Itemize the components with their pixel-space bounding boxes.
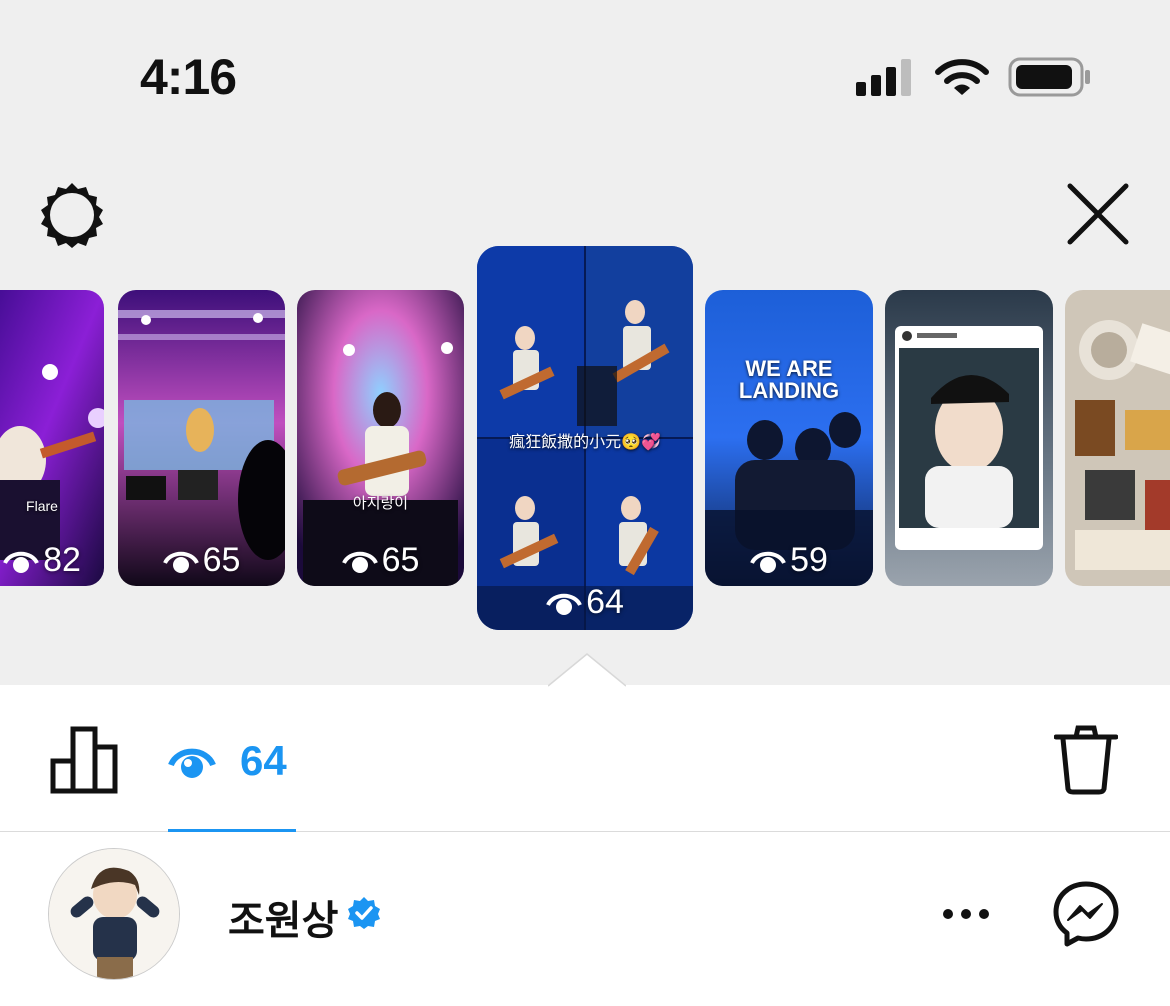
story-image <box>885 290 1053 586</box>
eye-icon <box>168 748 216 778</box>
story-thumbnail[interactable]: 아지랑이 65 <box>297 290 464 586</box>
story-thumbnail[interactable]: WE ARE LANDING 59 <box>705 290 873 586</box>
avatar-image <box>49 849 179 979</box>
story-views: 65 <box>118 541 285 580</box>
story-view-count: 65 <box>381 541 420 579</box>
eye-icon <box>750 551 786 573</box>
story-thumbnail-strip: Flare 82 65 아지랑이 65 瘋狂飯撒的小元🥺💞 64 WE ARE … <box>0 0 1170 685</box>
story-views: 82 <box>0 541 104 580</box>
eye-icon <box>341 551 378 573</box>
viewers-count: 64 <box>240 737 287 784</box>
story-caption: WE ARE LANDING <box>738 356 840 403</box>
bar-chart-icon[interactable] <box>50 725 120 795</box>
story-image <box>1065 290 1170 586</box>
story-view-count: 59 <box>790 541 828 579</box>
selected-story-pointer <box>548 653 626 687</box>
verified-badge-icon <box>348 897 380 929</box>
story-views: 59 <box>705 541 873 580</box>
more-options-icon[interactable] <box>938 900 994 928</box>
tab-viewers[interactable]: 64 <box>168 685 296 832</box>
story-thumbnail[interactable] <box>885 290 1053 586</box>
story-view-count: 82 <box>43 541 81 579</box>
story-view-count: 64 <box>586 583 624 621</box>
story-view-count: 65 <box>202 541 241 579</box>
viewer-username[interactable]: 조원상 <box>228 888 338 946</box>
story-thumbnail-selected[interactable]: 瘋狂飯撒的小元🥺💞 64 <box>477 246 693 630</box>
story-caption: 瘋狂飯撒的小元🥺💞 <box>509 434 661 451</box>
messenger-icon[interactable] <box>1050 878 1122 950</box>
eye-icon <box>162 551 199 573</box>
story-views: 65 <box>297 541 464 580</box>
story-thumbnail[interactable]: Flare 82 <box>0 290 104 586</box>
story-caption: 아지랑이 <box>352 495 409 512</box>
eye-icon <box>546 593 582 615</box>
story-caption: Flare <box>26 498 58 514</box>
trash-icon[interactable] <box>1054 725 1118 795</box>
avatar[interactable] <box>48 848 180 980</box>
eye-icon <box>3 551 39 573</box>
story-views: 64 <box>477 583 693 622</box>
story-insights-toolbar: 64 <box>0 685 1170 832</box>
story-thumbnail[interactable] <box>1065 290 1170 586</box>
story-thumbnail[interactable]: 65 <box>118 290 285 586</box>
viewer-list-item[interactable]: 조원상 <box>0 832 1170 1006</box>
